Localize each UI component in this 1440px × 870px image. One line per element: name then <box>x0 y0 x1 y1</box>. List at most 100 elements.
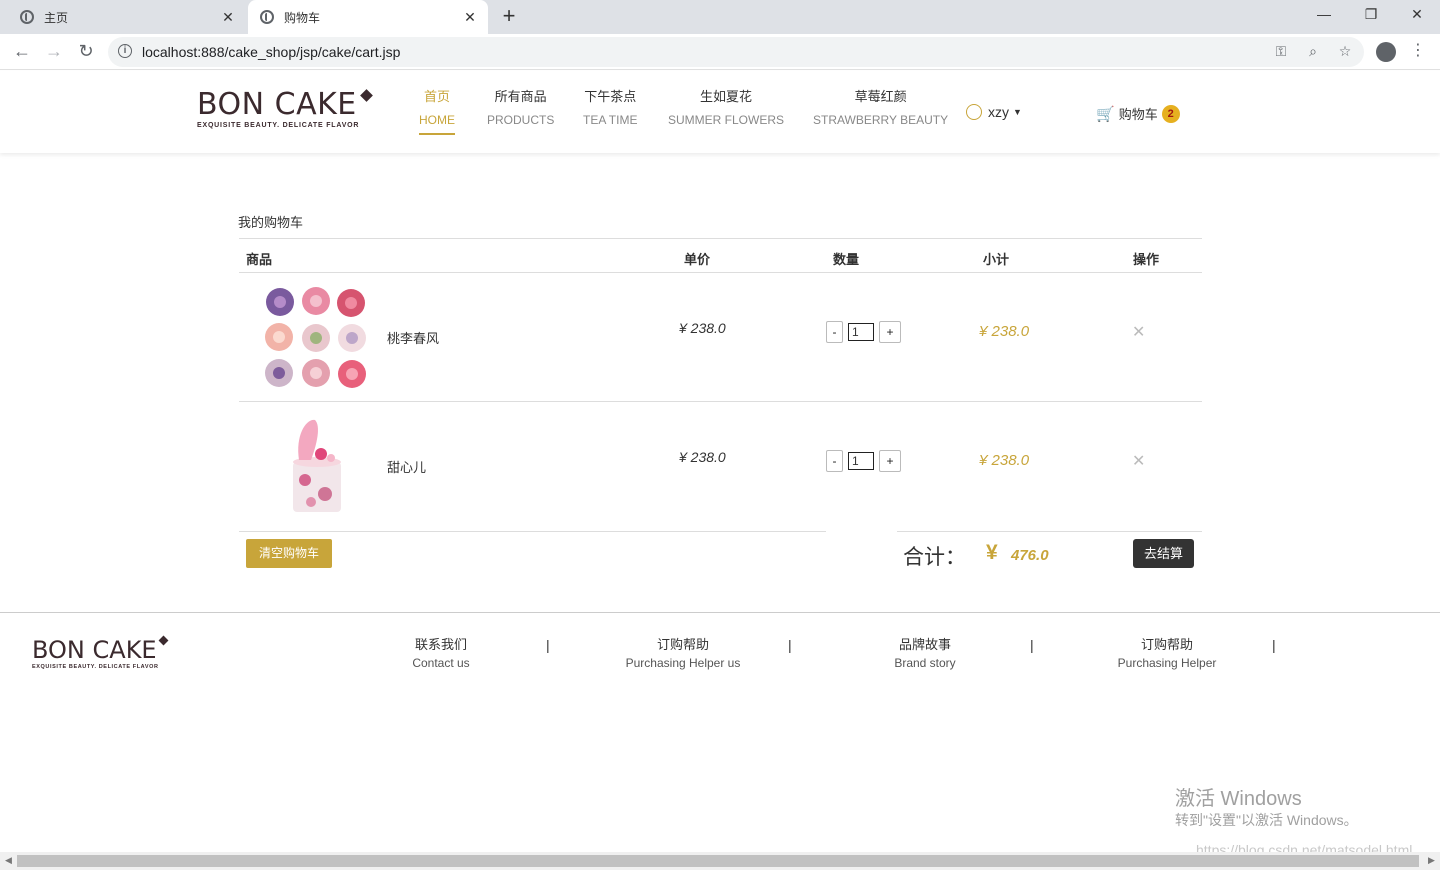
browser-tab-bar: 主页 ✕ 购物车 ✕ + — ❐ ✕ <box>0 0 1440 34</box>
divider <box>897 531 1202 532</box>
cart-link[interactable]: 🛒 购物车 2 <box>1096 104 1180 123</box>
user-icon <box>966 104 982 120</box>
star-icon[interactable]: ☆ <box>1336 43 1354 60</box>
logo-brand: BON CAKE <box>32 636 157 664</box>
unit-price: ¥ 238.0 <box>679 320 726 336</box>
user-name: xzy <box>988 104 1009 120</box>
decrement-button[interactable]: - <box>826 450 843 472</box>
menu-icon[interactable]: ⋮ <box>1410 41 1426 61</box>
back-icon[interactable]: ← <box>11 41 33 61</box>
cart-count-badge: 2 <box>1161 104 1180 123</box>
quantity-input[interactable]: 1 <box>848 323 874 341</box>
cart-icon: 🛒 <box>1096 105 1115 123</box>
nav-products[interactable]: 所有商品 PRODUCTS <box>487 89 554 127</box>
col-subtotal: 小计 <box>983 252 1010 267</box>
footer-label-en: Purchasing Helper us <box>625 656 741 670</box>
nav-label-zh: 所有商品 <box>494 89 547 104</box>
remove-icon[interactable]: ✕ <box>1132 322 1145 342</box>
forward-icon[interactable]: → <box>43 41 65 61</box>
clear-cart-button[interactable]: 清空购物车 <box>246 539 332 568</box>
product-image[interactable] <box>261 414 371 520</box>
table-header: 商品 单价 数量 小计 操作 <box>239 238 1202 273</box>
nav-summer-flowers[interactable]: 生如夏花 SUMMER FLOWERS <box>668 89 784 127</box>
url-text[interactable]: localhost:888/cake_shop/jsp/cake/cart.js… <box>142 44 400 60</box>
nav-label-en: HOME <box>419 113 455 135</box>
logo-brand: BON CAKE <box>197 89 359 121</box>
increment-button[interactable]: + <box>879 321 901 343</box>
close-icon[interactable]: ✕ <box>220 9 236 25</box>
footer-link-brand-story[interactable]: 品牌故事 Brand story <box>865 637 985 672</box>
site-header: BON CAKE EXQUISITE BEAUTY. DELICATE FLAV… <box>0 71 1440 153</box>
product-image[interactable] <box>261 285 371 391</box>
nav-label-en: STRAWBERRY BEAUTY <box>813 113 949 127</box>
footer-label-zh: 订购帮助 <box>1140 637 1193 652</box>
unit-price: ¥ 238.0 <box>679 449 726 465</box>
col-product: 商品 <box>246 252 273 267</box>
tab-title: 购物车 <box>284 10 321 25</box>
scrollbar-thumb[interactable] <box>17 855 1419 867</box>
scroll-left-icon[interactable]: ◀ <box>5 855 12 866</box>
activation-watermark-text: 转到"设置"以激活 Windows。 <box>1175 812 1358 828</box>
decrement-button[interactable]: - <box>826 321 843 343</box>
activation-watermark-title: 激活 Windows <box>1175 788 1302 810</box>
tab-home[interactable]: 主页 ✕ <box>8 0 246 34</box>
caret-down-icon: ▼ <box>1013 107 1022 117</box>
table-row: 桃李春风 ¥ 238.0 - 1 + ¥ 238.0 ✕ <box>239 273 1202 402</box>
logo-tagline: EXQUISITE BEAUTY. DELICATE FLAVOR <box>197 122 360 129</box>
footer-link-purchasing-helper-2[interactable]: 订购帮助 Purchasing Helper <box>1107 637 1227 672</box>
footer-separator: | <box>1272 637 1276 653</box>
nav-home[interactable]: 首页 HOME <box>419 89 455 135</box>
key-icon[interactable]: ⚿ <box>1272 43 1290 60</box>
nav-label-en: PRODUCTS <box>487 113 555 127</box>
restore-icon[interactable]: ❐ <box>1361 6 1381 23</box>
nav-strawberry-beauty[interactable]: 草莓红颜 STRAWBERRY BEAUTY <box>813 89 948 127</box>
nav-label-zh: 下午茶点 <box>584 89 637 104</box>
zoom-icon[interactable]: ⌕ <box>1304 43 1322 60</box>
col-price: 单价 <box>684 252 711 267</box>
info-icon[interactable]: i <box>118 44 132 58</box>
profile-icon[interactable] <box>1376 42 1396 62</box>
close-icon[interactable]: ✕ <box>462 9 478 25</box>
tab-title: 主页 <box>44 10 69 25</box>
product-name[interactable]: 桃李春风 <box>387 328 439 347</box>
total-value: 476.0 <box>1011 547 1049 564</box>
increment-button[interactable]: + <box>879 450 901 472</box>
nav-label-zh: 首页 <box>423 89 450 104</box>
checkout-button[interactable]: 去结算 <box>1133 539 1194 568</box>
footer-link-purchasing-helper[interactable]: 订购帮助 Purchasing Helper us <box>623 637 743 672</box>
new-tab-icon[interactable]: + <box>498 5 520 27</box>
cart-label: 购物车 <box>1118 107 1158 122</box>
reload-icon[interactable]: ↻ <box>75 41 97 61</box>
logo[interactable]: BON CAKE EXQUISITE BEAUTY. DELICATE FLAV… <box>197 89 360 130</box>
quantity-stepper: - 1 + <box>826 321 901 343</box>
address-bar[interactable]: i localhost:888/cake_shop/jsp/cake/cart.… <box>108 37 1364 67</box>
divider <box>239 531 826 532</box>
footer-logo[interactable]: BON CAKE EXQUISITE BEAUTY. DELICATE FLAV… <box>32 637 159 670</box>
nav-tea-time[interactable]: 下午茶点 TEA TIME <box>583 89 637 127</box>
footer-link-contact[interactable]: 联系我们 Contact us <box>381 637 501 672</box>
footer-label-zh: 品牌故事 <box>898 637 951 652</box>
minimize-icon[interactable]: — <box>1314 6 1334 22</box>
nav-label-en: TEA TIME <box>583 113 638 127</box>
user-menu[interactable]: xzy ▼ <box>966 104 1022 120</box>
scroll-right-icon[interactable]: ▶ <box>1428 855 1435 866</box>
nav-label-zh: 生如夏花 <box>700 89 753 104</box>
total-label: 合计： <box>903 546 966 569</box>
row-subtotal: ¥ 238.0 <box>979 323 1030 340</box>
remove-icon[interactable]: ✕ <box>1132 451 1145 471</box>
col-action: 操作 <box>1133 252 1160 267</box>
nav-label-zh: 草莓红颜 <box>854 89 907 104</box>
product-name[interactable]: 甜心儿 <box>387 457 426 476</box>
globe-icon <box>260 10 274 24</box>
footer-separator: | <box>788 637 792 653</box>
tab-cart[interactable]: 购物车 ✕ <box>248 0 488 34</box>
footer-label-en: Contact us <box>412 656 470 670</box>
col-quantity: 数量 <box>833 252 860 267</box>
footer-label-en: Purchasing Helper <box>1117 656 1217 670</box>
footer-label-zh: 订购帮助 <box>656 637 709 652</box>
quantity-input[interactable]: 1 <box>848 452 874 470</box>
row-subtotal: ¥ 238.0 <box>979 452 1030 469</box>
browser-toolbar: ← → ↻ i localhost:888/cake_shop/jsp/cake… <box>0 34 1440 70</box>
horizontal-scrollbar[interactable]: ◀ ▶ <box>0 852 1440 870</box>
close-window-icon[interactable]: ✕ <box>1407 6 1427 23</box>
